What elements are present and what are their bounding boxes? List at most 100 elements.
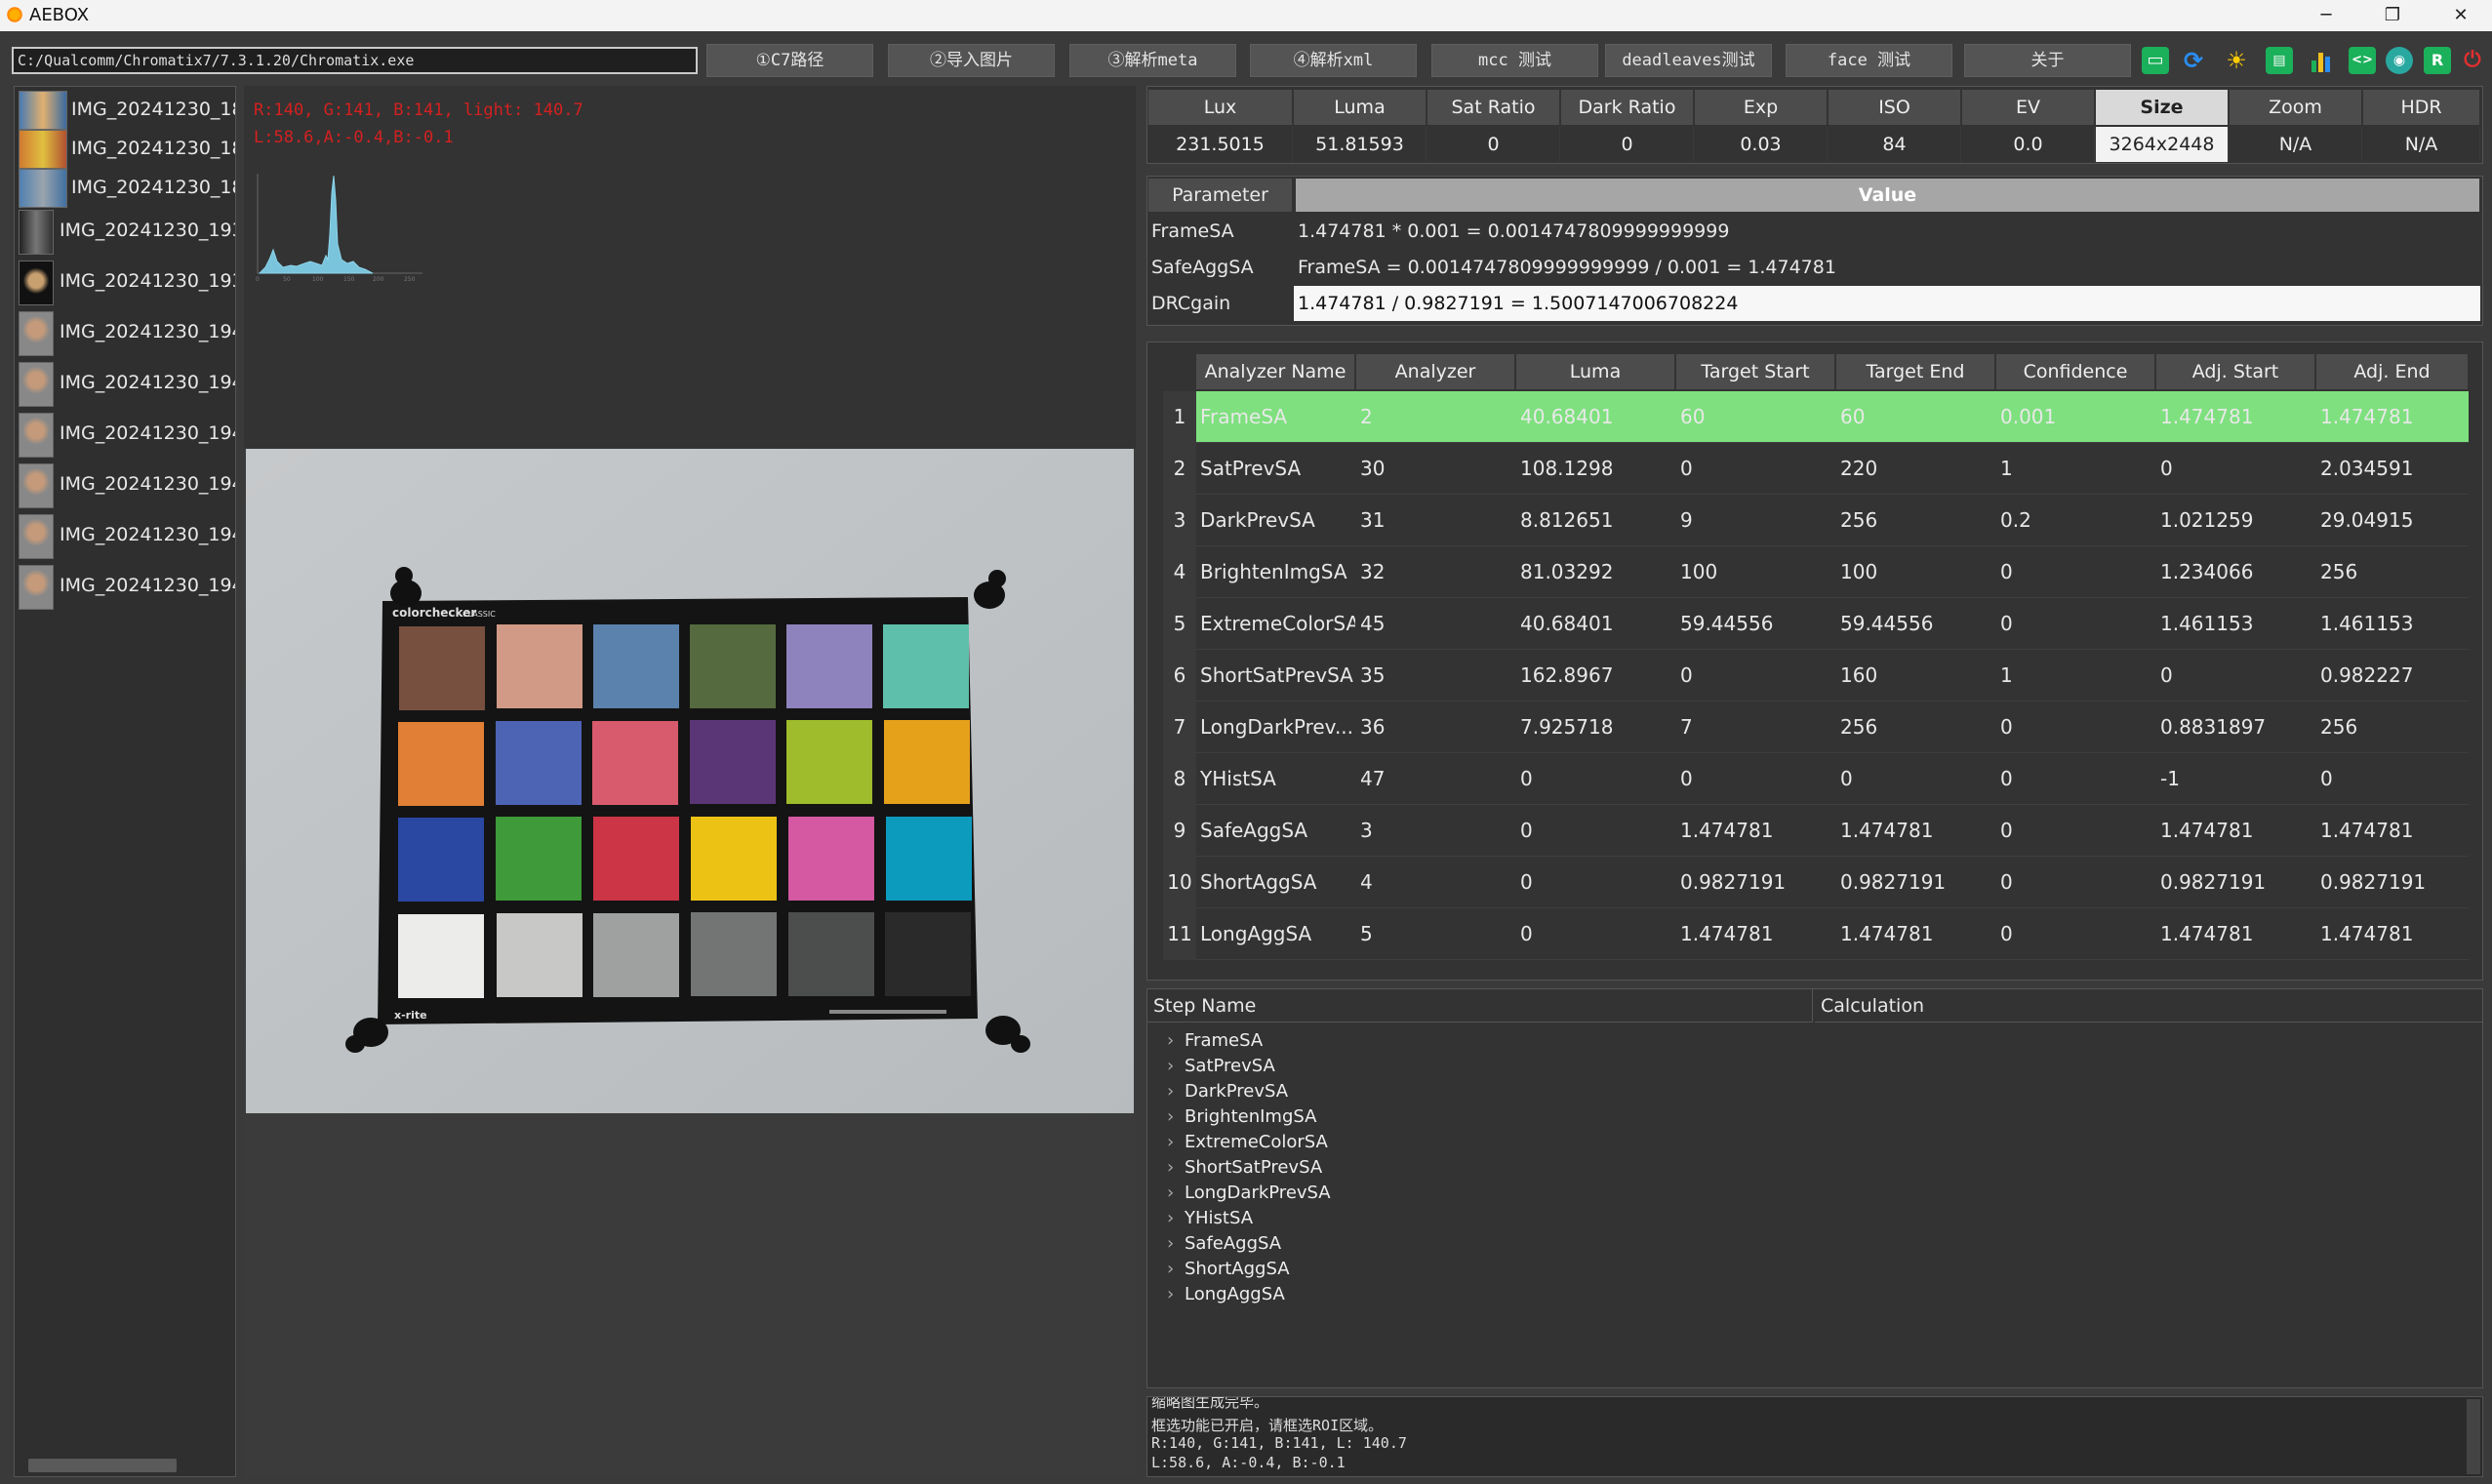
mcc-test-button[interactable]: mcc 测试 <box>1431 44 1598 77</box>
preview-image[interactable]: colorchecker CLASSIC x-rite <box>246 449 1134 1113</box>
face-test-button[interactable]: face 测试 <box>1786 44 1952 77</box>
calculation-header[interactable]: Calculation <box>1815 989 2482 1023</box>
step-tree-item[interactable]: › SafeAggSA <box>1167 1233 1281 1254</box>
thumbnail-item[interactable]: IMG_20241230_1936 <box>17 208 235 255</box>
column-header[interactable]: Adj. Start <box>2156 354 2315 389</box>
column-header[interactable]: Analyzer Name <box>1196 354 1355 389</box>
thumbnail-name: IMG_20241230_1944 <box>60 473 236 495</box>
bar-chart-icon[interactable] <box>2308 47 2335 74</box>
thumbnail-list[interactable]: IMG_20241230_184 IMG_20241230_184 IMG_20… <box>14 86 236 1477</box>
analyzer-row[interactable]: 7 LongDarkPrev... 36 7.925718 7 256 0 0.8831897… <box>1163 702 2469 753</box>
step-tree-item[interactable]: › ExtremeColorSA <box>1167 1132 1328 1152</box>
path-input[interactable]: C:/Qualcomm/Chromatix7/7.3.1.20/Chromati… <box>12 47 698 74</box>
param-value: 1.474781 * 0.001 = 0.0014747809999999999 <box>1298 221 1730 242</box>
green-screen-icon[interactable]: ▭ <box>2142 47 2169 74</box>
thumbnail-item[interactable]: IMG_20241230_1943 <box>17 360 235 407</box>
exif-header-selected[interactable]: Size <box>2096 90 2229 125</box>
chevron-right-icon[interactable]: › <box>1167 1081 1185 1102</box>
sun-icon[interactable]: ☀ <box>2223 47 2250 74</box>
log-output[interactable]: 缩略图生成完毕。 框选功能已开启，请框选ROI区域。 R:140, G:141,… <box>1146 1396 2483 1477</box>
column-header[interactable]: Analyzer <box>1356 354 1515 389</box>
column-header[interactable]: Target Start <box>1676 354 1835 389</box>
analyzer-row-selected[interactable]: 1 FrameSA 2 40.68401 60 60 0.001 1.474781 1.4747… <box>1163 391 2469 443</box>
param-row[interactable]: FrameSA 1.474781 * 0.001 = 0.00147478099… <box>1147 214 2482 249</box>
analyzer-row[interactable]: 2 SatPrevSA 30 108.1298 0 220 1 0 2.034591 <box>1163 443 2469 495</box>
analyzer-row[interactable]: 5 ExtremeColorSA 45 40.68401 59.44556 59.4455… <box>1163 598 2469 650</box>
exif-summary-table: Lux Luma Sat Ratio Dark Ratio Exp ISO EV… <box>1146 86 2483 164</box>
chevron-right-icon[interactable]: › <box>1167 1233 1185 1254</box>
thumbnail-item[interactable]: IMG_20241230_1937 <box>17 259 235 305</box>
value-header: Value <box>1296 179 2479 212</box>
column-header[interactable]: Luma <box>1516 354 1675 389</box>
log-line: 缩略图生成完毕。 <box>1151 1396 1269 1411</box>
thumbnail-item[interactable]: IMG_20241230_1945 <box>17 563 235 610</box>
param-row-selected[interactable]: DRCgain 1.474781 / 0.9827191 = 1.5007147… <box>1147 286 2482 321</box>
thumbnail-item[interactable]: IMG_20241230_1943 <box>17 411 235 458</box>
import-image-button[interactable]: ②导入图片 <box>888 44 1055 77</box>
analyzer-cell: 0.2 <box>2000 508 2031 532</box>
deadleaves-test-button[interactable]: deadleaves测试 <box>1605 44 1772 77</box>
thumbnail-item[interactable]: IMG_20241230_1944 <box>17 512 235 559</box>
exif-value-size[interactable]: 3264x2448 <box>2096 127 2229 162</box>
document-icon[interactable]: ▤ <box>2266 47 2293 74</box>
exif-header: Lux <box>1148 90 1293 125</box>
step-tree-item[interactable]: › LongAggSA <box>1167 1284 1285 1304</box>
param-row[interactable]: SafeAggSA FrameSA = 0.001474780999999999… <box>1147 250 2482 285</box>
horizontal-scrollbar[interactable] <box>28 1459 177 1472</box>
step-label: ShortAggSA <box>1185 1259 1290 1279</box>
analyzer-cell: 0 <box>1520 819 1533 842</box>
chevron-right-icon[interactable]: › <box>1167 1208 1185 1228</box>
step-tree-item[interactable]: › SatPrevSA <box>1167 1056 1275 1076</box>
analyzer-row[interactable]: 3 DarkPrevSA 31 8.812651 9 256 0.2 1.021259 29.0… <box>1163 495 2469 546</box>
step-tree-item[interactable]: › ShortAggSA <box>1167 1259 1290 1279</box>
refresh-icon[interactable]: ⟳ <box>2180 47 2207 74</box>
analyzer-row[interactable]: 8 YHistSA 47 0 0 0 0 -1 0 <box>1163 753 2469 805</box>
about-button[interactable]: 关于 <box>1964 44 2131 77</box>
analyzer-row[interactable]: 4 BrightenImgSA 32 81.03292 100 100 0 1.234066 2… <box>1163 546 2469 598</box>
thumbnail-image <box>19 210 54 255</box>
maker-logo: x-rite <box>394 1009 427 1022</box>
step-tree-item[interactable]: › LongDarkPrevSA <box>1167 1183 1331 1203</box>
chevron-right-icon[interactable]: › <box>1167 1183 1185 1203</box>
r-icon[interactable]: R <box>2424 47 2451 74</box>
column-header[interactable]: Adj. End <box>2316 354 2469 389</box>
exif-header: Sat Ratio <box>1427 90 1560 125</box>
analyzer-cell: SatPrevSA <box>1200 457 1302 480</box>
chevron-right-icon[interactable]: › <box>1167 1106 1185 1127</box>
step-tree-item[interactable]: › DarkPrevSA <box>1167 1081 1288 1102</box>
chevron-right-icon[interactable]: › <box>1167 1132 1185 1152</box>
close-button[interactable]: ✕ <box>2432 0 2490 31</box>
step-tree-item[interactable]: › BrightenImgSA <box>1167 1106 1316 1127</box>
thumbnail-item[interactable]: IMG_20241230_184 <box>17 167 235 212</box>
step-tree-item[interactable]: › YHistSA <box>1167 1208 1253 1228</box>
param-value-editor[interactable]: 1.474781 / 0.9827191 = 1.500714700670822… <box>1294 286 2480 321</box>
analyzer-cell: 7.925718 <box>1520 715 1614 739</box>
chevron-right-icon[interactable]: › <box>1167 1056 1185 1076</box>
analyzer-row[interactable]: 9 SafeAggSA 3 0 1.474781 1.474781 0 1.474781 1.4… <box>1163 805 2469 857</box>
step-tree-item[interactable]: › ShortSatPrevSA <box>1167 1157 1322 1178</box>
analyzer-cell: 1.474781 <box>2320 922 2414 945</box>
chevron-right-icon[interactable]: › <box>1167 1157 1185 1178</box>
step-tree-item[interactable]: › FrameSA <box>1167 1030 1263 1051</box>
parse-xml-button[interactable]: ④解析xml <box>1250 44 1417 77</box>
camera-icon[interactable]: ◉ <box>2386 47 2413 74</box>
analyzer-cell: 3 <box>1360 819 1373 842</box>
c7-path-button[interactable]: ①C7路径 <box>706 44 873 77</box>
log-scrollbar[interactable] <box>2467 1399 2480 1474</box>
column-header[interactable]: Target End <box>1836 354 1995 389</box>
minimize-button[interactable]: ─ <box>2297 0 2355 31</box>
analyzer-row[interactable]: 10 ShortAggSA 4 0 0.9827191 0.9827191 0 0.98271… <box>1163 857 2469 908</box>
parse-meta-button[interactable]: ③解析meta <box>1069 44 1236 77</box>
step-name-header[interactable]: Step Name <box>1147 989 1813 1023</box>
column-header[interactable]: Confidence <box>1996 354 2155 389</box>
code-icon[interactable]: <> <box>2349 47 2376 74</box>
analyzer-row[interactable]: 6 ShortSatPrevSA 35 162.8967 0 160 1 0 0.982227 <box>1163 650 2469 702</box>
analyzer-row[interactable]: 11 LongAggSA 5 0 1.474781 1.474781 0 1.474781 1.… <box>1163 908 2469 960</box>
chevron-right-icon[interactable]: › <box>1167 1259 1185 1279</box>
power-icon[interactable]: ⏻ <box>2459 47 2486 74</box>
chevron-right-icon[interactable]: › <box>1167 1030 1185 1051</box>
thumbnail-item[interactable]: IMG_20241230_1943 <box>17 309 235 356</box>
chevron-right-icon[interactable]: › <box>1167 1284 1185 1304</box>
maximize-button[interactable]: ❐ <box>2363 0 2422 31</box>
thumbnail-item[interactable]: IMG_20241230_1944 <box>17 461 236 508</box>
